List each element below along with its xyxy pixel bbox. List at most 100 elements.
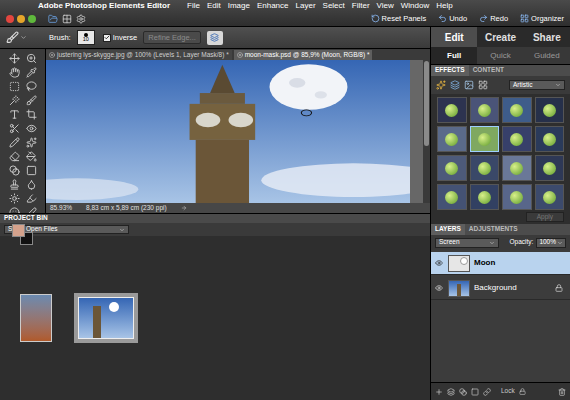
- photo-effects-icon[interactable]: [464, 80, 474, 90]
- effect-thumbnail[interactable]: [535, 184, 565, 210]
- tool-icon[interactable]: [26, 67, 37, 78]
- lock-all-icon[interactable]: [519, 388, 526, 395]
- layers-tab[interactable]: LAYERS: [431, 224, 465, 235]
- trash-icon[interactable]: [558, 388, 566, 396]
- group-icon[interactable]: [447, 388, 455, 396]
- mode-tab[interactable]: Quick: [477, 47, 523, 64]
- effect-thumbnail[interactable]: [470, 97, 500, 123]
- close-button[interactable]: [6, 15, 14, 23]
- effect-thumbnail[interactable]: [502, 184, 532, 210]
- tool-icon[interactable]: [9, 179, 20, 190]
- filters-icon[interactable]: [436, 80, 446, 90]
- visibility-icon[interactable]: [435, 259, 443, 267]
- all-icon[interactable]: [478, 80, 488, 90]
- tool-icon[interactable]: [9, 95, 20, 106]
- tool-icon[interactable]: [9, 109, 20, 120]
- bin-thumbnail[interactable]: [16, 290, 56, 346]
- effect-thumbnail[interactable]: [502, 155, 532, 181]
- photo[interactable]: [46, 60, 410, 203]
- effect-thumbnail[interactable]: [502, 126, 532, 152]
- tool-icon[interactable]: [26, 95, 37, 106]
- tool-icon[interactable]: [26, 109, 37, 120]
- close-tab-icon[interactable]: [49, 52, 55, 58]
- effect-thumbnail[interactable]: [470, 184, 500, 210]
- effects-category[interactable]: Artistic: [509, 80, 565, 90]
- tool-icon[interactable]: [26, 81, 37, 92]
- vertical-scrollbar[interactable]: [423, 60, 430, 203]
- panel-tab[interactable]: Share: [524, 27, 570, 47]
- tool-icon[interactable]: [9, 67, 20, 78]
- settings-icon[interactable]: [76, 14, 86, 24]
- info-arrow-icon[interactable]: [181, 205, 187, 211]
- blend-mode-select[interactable]: Screen: [435, 238, 499, 248]
- tool-icon[interactable]: [9, 123, 20, 134]
- opacity-field[interactable]: 100%: [536, 238, 566, 248]
- link-icon[interactable]: [483, 388, 491, 396]
- menu-item[interactable]: Edit: [207, 2, 221, 10]
- zoom-button[interactable]: [28, 15, 36, 23]
- new-layer-icon[interactable]: [435, 388, 443, 396]
- menu-item[interactable]: Help: [436, 2, 452, 10]
- effect-thumbnail[interactable]: [470, 155, 500, 181]
- effect-thumbnail[interactable]: [535, 126, 565, 152]
- effect-thumbnail[interactable]: [437, 97, 467, 123]
- menu-item[interactable]: File: [187, 2, 200, 10]
- tool-icon[interactable]: [26, 53, 37, 64]
- grid-icon[interactable]: [62, 14, 72, 24]
- color-swatch[interactable]: [12, 224, 25, 237]
- panel-tab[interactable]: Create: [477, 27, 523, 47]
- layer-row[interactable]: Background: [431, 277, 570, 300]
- menu-item[interactable]: Layer: [296, 2, 316, 10]
- menu-item[interactable]: Image: [228, 2, 250, 10]
- menu-item[interactable]: Enhance: [257, 2, 289, 10]
- refine-edge-button[interactable]: Refine Edge...: [143, 31, 201, 45]
- menu-item[interactable]: Window: [401, 2, 429, 10]
- brush-picker[interactable]: 10: [77, 30, 95, 45]
- effect-thumbnail[interactable]: [470, 126, 500, 152]
- tool-icon[interactable]: [9, 137, 20, 148]
- bin-thumbnail[interactable]: [74, 293, 138, 343]
- document-tab[interactable]: justering lys-skygge.jpg @ 100% (Levels …: [46, 50, 232, 60]
- effect-thumbnail[interactable]: [437, 184, 467, 210]
- apply-button[interactable]: Apply: [526, 212, 564, 222]
- inverse-checkbox[interactable]: Inverse: [103, 34, 138, 42]
- mode-button[interactable]: [207, 31, 223, 45]
- tool-preset[interactable]: [6, 31, 27, 44]
- mode-tab[interactable]: Guided: [524, 47, 570, 64]
- close-tab-icon[interactable]: [237, 52, 243, 58]
- toolbar-button[interactable]: Reset Panels: [371, 14, 427, 23]
- toolbar-button[interactable]: Organizer: [520, 14, 564, 23]
- tool-icon[interactable]: [9, 151, 20, 162]
- effect-thumbnail[interactable]: [502, 97, 532, 123]
- effects-tab[interactable]: EFFECTS: [431, 65, 469, 76]
- layer-row[interactable]: Moon: [431, 252, 570, 275]
- tool-icon[interactable]: [9, 81, 20, 92]
- open-icon[interactable]: [48, 14, 58, 24]
- layers-tab[interactable]: ADJUSTMENTS: [465, 224, 522, 235]
- tool-icon[interactable]: [26, 123, 37, 134]
- menu-item[interactable]: Select: [323, 2, 345, 10]
- visibility-icon[interactable]: [435, 284, 443, 292]
- document-tab[interactable]: moon-mask.psd @ 85,9% (Moon, RGB/8) *: [234, 50, 373, 60]
- tool-icon[interactable]: [26, 193, 37, 204]
- minimize-button[interactable]: [17, 15, 25, 23]
- toolbar-button[interactable]: Redo: [479, 14, 508, 23]
- effect-thumbnail[interactable]: [437, 155, 467, 181]
- mask-icon[interactable]: [471, 388, 479, 396]
- effect-thumbnail[interactable]: [535, 97, 565, 123]
- toolbar-button[interactable]: Undo: [438, 14, 467, 23]
- tool-icon[interactable]: [26, 151, 37, 162]
- tool-icon[interactable]: [9, 165, 20, 176]
- effect-thumbnail[interactable]: [535, 155, 565, 181]
- effects-tab[interactable]: CONTENT: [469, 65, 508, 76]
- zoom-level[interactable]: 85.93%: [50, 205, 72, 212]
- mode-tab[interactable]: Full: [431, 47, 477, 64]
- effect-thumbnail[interactable]: [437, 126, 467, 152]
- tool-icon[interactable]: [9, 53, 20, 64]
- panel-tab[interactable]: Edit: [431, 27, 477, 47]
- tool-icon[interactable]: [26, 137, 37, 148]
- tool-icon[interactable]: [9, 193, 20, 204]
- tool-icon[interactable]: [26, 179, 37, 190]
- layer-styles-icon[interactable]: [450, 80, 460, 90]
- menu-item[interactable]: Filter: [352, 2, 370, 10]
